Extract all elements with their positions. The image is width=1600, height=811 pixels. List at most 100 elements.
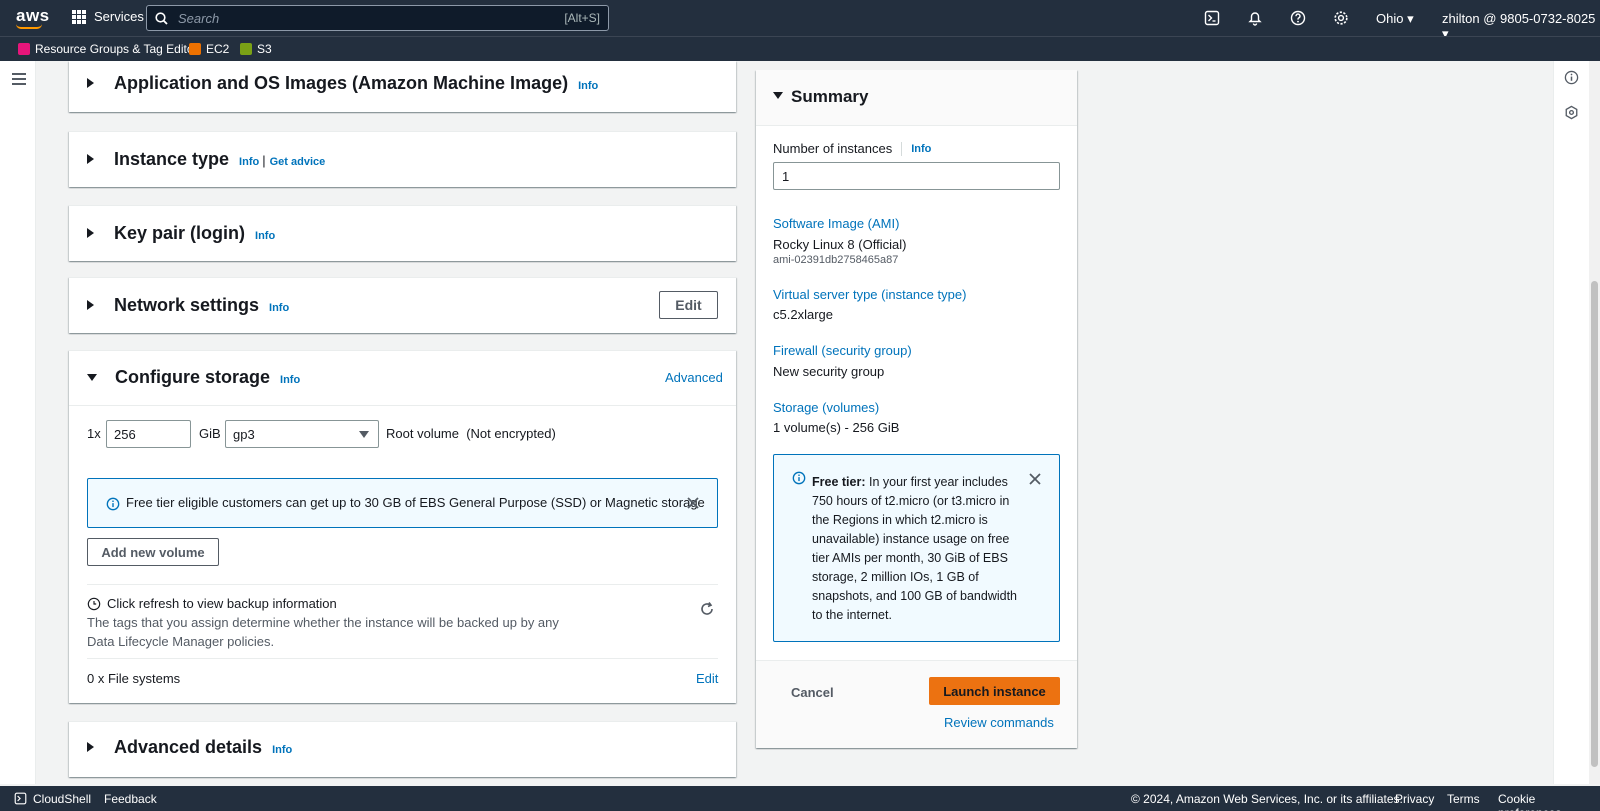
info-link[interactable]: Info xyxy=(239,156,259,168)
summary-panel: Summary Number of instances Info 1 Softw… xyxy=(756,70,1077,748)
advanced-details-section: Advanced details Info xyxy=(69,721,736,777)
cloudshell-link[interactable]: CloudShell xyxy=(33,792,91,806)
expand-caret-icon xyxy=(87,228,94,238)
file-systems-edit-link[interactable]: Edit xyxy=(696,671,718,686)
alert-text: Free tier eligible customers can get up … xyxy=(126,495,705,510)
number-of-instances-label: Number of instances xyxy=(773,141,893,156)
add-new-volume-button[interactable]: Add new volume xyxy=(87,538,219,566)
network-settings-header[interactable]: Network settings Info xyxy=(87,295,289,316)
key-pair-section: Key pair (login) Info xyxy=(69,205,736,261)
notifications-bell-icon[interactable] xyxy=(1245,8,1265,28)
dropdown-caret-icon xyxy=(359,431,369,438)
divider xyxy=(87,584,718,585)
hamburger-menu-icon[interactable] xyxy=(12,73,26,88)
volume-size-input[interactable]: 256 xyxy=(106,420,191,448)
instances-label-row: Number of instances Info xyxy=(773,141,931,156)
firewall-value: New security group xyxy=(773,364,885,379)
privacy-link[interactable]: Privacy xyxy=(1395,792,1434,806)
aws-logo[interactable]: aws xyxy=(16,6,50,26)
terms-link[interactable]: Terms xyxy=(1447,792,1480,806)
close-icon[interactable] xyxy=(687,497,699,509)
right-side-rail xyxy=(1553,61,1589,784)
collapse-caret-icon xyxy=(773,92,783,99)
info-link[interactable]: Info xyxy=(911,143,931,155)
search-icon xyxy=(155,11,168,25)
feedback-link[interactable]: Feedback xyxy=(104,792,157,806)
file-systems-count: 0 x File systems xyxy=(87,671,181,686)
separator: | xyxy=(262,153,266,168)
instance-type-value: c5.2xlarge xyxy=(773,307,833,322)
cookie-preferences-link[interactable]: Cookie preferences xyxy=(1498,792,1600,811)
root-volume-label: Root volume (Not encrypted) xyxy=(386,426,556,441)
ec2-icon xyxy=(189,43,201,55)
summary-title: Summary xyxy=(791,87,869,106)
review-commands-link[interactable]: Review commands xyxy=(944,715,1054,730)
firewall-link[interactable]: Firewall (security group) xyxy=(773,343,912,358)
ami-header[interactable]: Application and OS Images (Amazon Machin… xyxy=(87,73,598,94)
key-pair-header[interactable]: Key pair (login) Info xyxy=(87,223,275,244)
expand-caret-icon xyxy=(87,78,94,88)
services-menu-button[interactable]: Services xyxy=(72,9,144,24)
cloudshell-icon[interactable] xyxy=(1202,8,1222,28)
favorite-resource-groups[interactable]: Resource Groups & Tag Editor xyxy=(18,42,198,56)
advanced-details-header[interactable]: Advanced details Info xyxy=(87,737,292,758)
launch-instance-button[interactable]: Launch instance xyxy=(929,677,1060,705)
top-navigation: aws Services Search [Alt+S] Ohio ▾ zhilt… xyxy=(0,0,1600,41)
close-icon[interactable] xyxy=(1029,473,1041,485)
favorite-label: EC2 xyxy=(206,42,230,56)
divider xyxy=(87,658,718,659)
free-tier-alert: Free tier: In your first year includes 7… xyxy=(773,454,1060,642)
info-link[interactable]: Info xyxy=(280,374,300,386)
volume-type-value: gp3 xyxy=(233,427,255,442)
advanced-link[interactable]: Advanced xyxy=(665,370,723,385)
scroll-thumb[interactable] xyxy=(1591,281,1598,767)
help-icon[interactable] xyxy=(1288,8,1308,28)
section-title: Network settings xyxy=(114,295,260,315)
section-title: Instance type xyxy=(114,149,230,169)
backup-description-line-2: Data Lifecycle Manager policies. xyxy=(87,634,275,649)
section-title: Key pair (login) xyxy=(114,223,246,243)
s3-icon xyxy=(240,43,252,55)
volume-type-select[interactable]: gp3 xyxy=(225,420,379,448)
refresh-icon[interactable] xyxy=(699,601,715,617)
search-placeholder: Search xyxy=(178,10,220,26)
cloudshell-icon xyxy=(14,792,27,805)
settings-gear-icon[interactable] xyxy=(1331,8,1351,28)
collapse-caret-icon xyxy=(87,374,97,381)
cancel-button[interactable]: Cancel xyxy=(791,685,834,700)
summary-header[interactable]: Summary xyxy=(756,70,1077,126)
get-advice-link[interactable]: Get advice xyxy=(270,156,326,168)
instance-type-link[interactable]: Virtual server type (instance type) xyxy=(773,287,966,302)
divider xyxy=(901,141,903,156)
favorite-s3[interactable]: S3 xyxy=(240,42,272,56)
instance-type-header[interactable]: Instance type Info | Get advice xyxy=(87,149,325,170)
backup-description-line-1: The tags that you assign determine wheth… xyxy=(87,615,559,630)
network-edit-button[interactable]: Edit xyxy=(659,291,718,319)
search-shortcut: [Alt+S] xyxy=(564,11,600,25)
info-link[interactable]: Info xyxy=(255,230,275,242)
size-unit: GiB xyxy=(199,426,221,441)
info-link[interactable]: Info xyxy=(269,302,289,314)
configure-storage-section: Configure storage Info Advanced 1x 256 G… xyxy=(69,350,736,703)
tutorial-hex-icon[interactable] xyxy=(1564,105,1579,120)
region-selector[interactable]: Ohio ▾ xyxy=(1376,11,1414,27)
aws-logo-smile xyxy=(16,24,42,29)
storage-header[interactable]: Configure storage Info xyxy=(87,367,300,388)
left-side-rail xyxy=(0,61,36,784)
number-of-instances-input[interactable]: 1 xyxy=(773,162,1060,190)
section-title: Advanced details xyxy=(114,737,263,757)
search-input[interactable]: Search [Alt+S] xyxy=(146,5,609,31)
info-panel-icon[interactable] xyxy=(1564,70,1579,85)
info-link[interactable]: Info xyxy=(578,80,598,92)
services-label: Services xyxy=(94,9,144,24)
storage-link[interactable]: Storage (volumes) xyxy=(773,400,879,415)
expand-caret-icon xyxy=(87,154,94,164)
storage-value: 1 volume(s) - 256 GiB xyxy=(773,420,900,435)
section-title: Configure storage xyxy=(115,367,271,387)
page-scrollbar[interactable] xyxy=(1589,61,1600,784)
network-settings-section: Network settings Info Edit xyxy=(69,277,736,333)
favorite-ec2[interactable]: EC2 xyxy=(189,42,229,56)
ami-link[interactable]: Software Image (AMI) xyxy=(773,216,899,231)
backup-title: Click refresh to view backup information xyxy=(107,596,337,611)
info-link[interactable]: Info xyxy=(272,744,292,756)
